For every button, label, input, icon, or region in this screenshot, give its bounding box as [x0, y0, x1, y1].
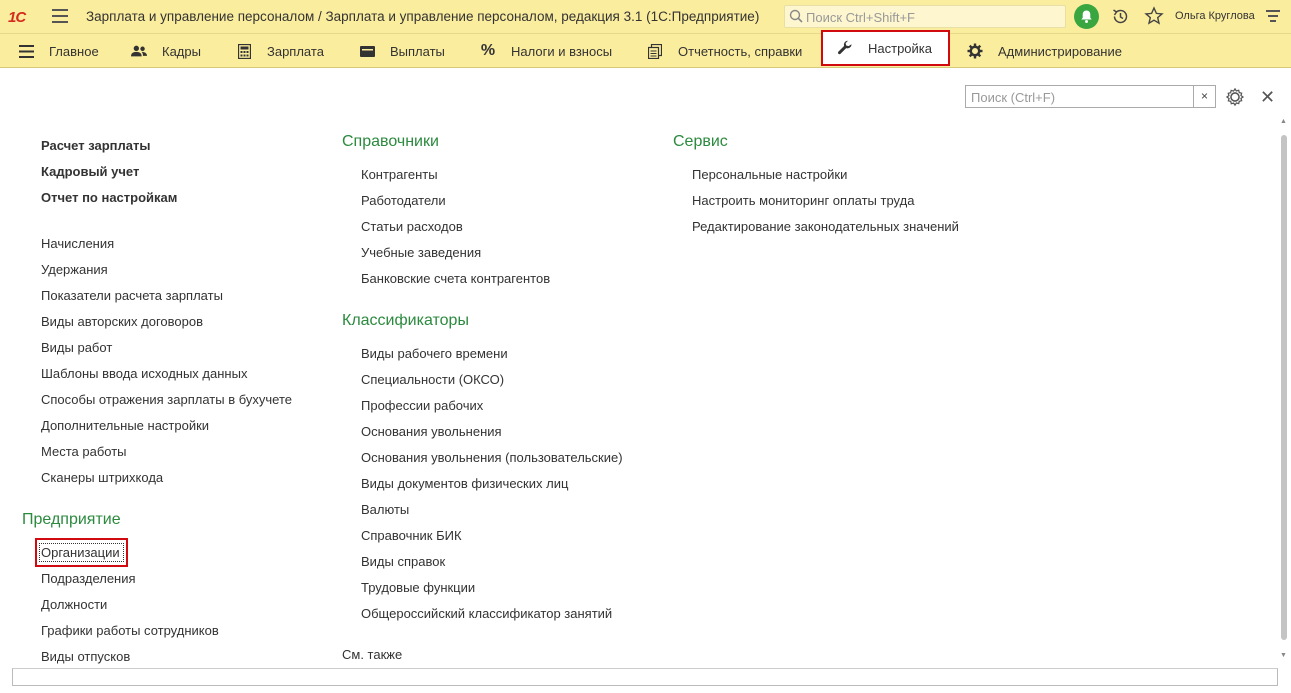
section-administration[interactable]: Администрирование: [967, 34, 1122, 68]
list-item[interactable]: Справочник БИК: [361, 528, 462, 543]
list-item[interactable]: Основания увольнения: [361, 424, 502, 439]
list-item[interactable]: Шаблоны ввода исходных данных: [41, 366, 247, 381]
list-item[interactable]: Способы отражения зарплаты в бухучете: [41, 392, 292, 407]
section-main[interactable]: Главное: [18, 34, 99, 68]
section-taxes[interactable]: % Налоги и взносы: [480, 34, 612, 68]
global-search-input[interactable]: Поиск Ctrl+Shift+F: [784, 5, 1066, 28]
people-icon: [131, 44, 147, 58]
calculator-icon: [236, 43, 252, 59]
gear-icon: [967, 43, 983, 59]
group-title-classifiers: Классификаторы: [342, 312, 469, 329]
scroll-thumb[interactable]: [1281, 135, 1287, 640]
list-item[interactable]: Контрагенты: [361, 167, 438, 182]
list-item[interactable]: Основания увольнения (пользовательские): [361, 450, 623, 465]
vertical-scrollbar[interactable]: ▲ ▼: [1279, 118, 1289, 663]
title-bar: 1С Зарплата и управление персоналом / За…: [0, 0, 1291, 34]
list-item[interactable]: Статьи расходов: [361, 219, 463, 234]
list-item[interactable]: Специальности (ОКСО): [361, 372, 504, 387]
percent-icon: %: [480, 42, 496, 59]
section-reports[interactable]: Отчетность, справки: [647, 34, 802, 68]
history-icon[interactable]: [1111, 7, 1130, 26]
user-name[interactable]: Ольга Круглова: [1175, 10, 1255, 22]
list-item[interactable]: Настроить мониторинг оплаты труда: [692, 193, 914, 208]
see-also-link[interactable]: См. также: [342, 647, 402, 662]
section-personnel[interactable]: Кадры: [131, 34, 201, 68]
list-item[interactable]: Должности: [41, 597, 107, 612]
section-label: Зарплата: [267, 43, 324, 59]
list-item[interactable]: Виды рабочего времени: [361, 346, 508, 361]
list-item[interactable]: Персональные настройки: [692, 167, 847, 182]
scroll-up-icon[interactable]: ▲: [1280, 118, 1287, 125]
section-label: Настройка: [868, 40, 932, 56]
group-title-enterprise: Предприятие: [22, 511, 121, 528]
panel-search-input[interactable]: Поиск (Ctrl+F) ×: [965, 85, 1216, 108]
app-title: Зарплата и управление персоналом / Зарпл…: [86, 9, 760, 24]
list-item[interactable]: Виды работ: [41, 340, 112, 355]
list-item[interactable]: Работодатели: [361, 193, 446, 208]
list-item[interactable]: Профессии рабочих: [361, 398, 483, 413]
menu-icon: [18, 44, 34, 58]
list-item[interactable]: Начисления: [41, 236, 114, 251]
link-payroll-calc[interactable]: Расчет зарплаты: [41, 138, 150, 153]
bottom-frame: [12, 668, 1278, 686]
section-label: Администрирование: [998, 43, 1122, 59]
section-label: Отчетность, справки: [678, 43, 803, 59]
list-item[interactable]: Сканеры штрихкода: [41, 470, 163, 485]
list-item[interactable]: Виды документов физических лиц: [361, 476, 568, 491]
notifications-bell-icon[interactable]: [1074, 4, 1099, 29]
list-item[interactable]: Учебные заведения: [361, 245, 481, 260]
list-item[interactable]: Виды авторских договоров: [41, 314, 203, 329]
panel-settings-gear-icon[interactable]: [1226, 88, 1244, 106]
section-label: Главное: [49, 43, 99, 59]
link-settings-report[interactable]: Отчет по настройкам: [41, 190, 177, 205]
search-icon: [789, 9, 803, 23]
list-item[interactable]: Виды отпусков: [41, 649, 130, 664]
clear-search-button[interactable]: ×: [1193, 86, 1215, 107]
list-item[interactable]: Виды справок: [361, 554, 445, 569]
list-item[interactable]: Показатели расчета зарплаты: [41, 288, 223, 303]
scroll-down-icon[interactable]: ▼: [1280, 652, 1287, 659]
section-settings[interactable]: Настройка: [821, 30, 950, 66]
list-item[interactable]: Места работы: [41, 444, 127, 459]
list-item[interactable]: Графики работы сотрудников: [41, 623, 219, 638]
wallet-icon: [359, 45, 375, 57]
section-label: Налоги и взносы: [511, 43, 613, 59]
list-item[interactable]: Дополнительные настройки: [41, 418, 209, 433]
section-salary[interactable]: Зарплата: [236, 34, 324, 68]
app-logo: 1С: [8, 9, 26, 26]
list-item[interactable]: Редактирование законодательных значений: [692, 219, 959, 234]
group-title-directories: Справочники: [342, 133, 439, 150]
link-hr-accounting[interactable]: Кадровый учет: [41, 164, 139, 179]
section-content: [2, 70, 1289, 692]
global-search-placeholder: Поиск Ctrl+Shift+F: [806, 10, 915, 25]
close-icon[interactable]: ✕: [1260, 88, 1275, 106]
section-label: Выплаты: [390, 43, 445, 59]
wrench-icon: [837, 40, 853, 56]
list-item[interactable]: Удержания: [41, 262, 108, 277]
list-item[interactable]: Подразделения: [41, 571, 136, 586]
list-item[interactable]: Валюты: [361, 502, 409, 517]
favorites-star-icon[interactable]: [1144, 6, 1164, 26]
reports-icon: [647, 43, 663, 59]
list-item[interactable]: Общероссийский классификатор занятий: [361, 606, 612, 621]
sections-panel: Главное Кадры Зарплата Выплаты % Налоги …: [0, 30, 1291, 68]
group-title-service: Сервис: [673, 133, 728, 150]
link-organizations[interactable]: Организации: [41, 545, 120, 560]
app-settings-icon[interactable]: [1266, 10, 1280, 25]
panel-search-placeholder: Поиск (Ctrl+F): [971, 90, 1056, 105]
list-item[interactable]: Трудовые функции: [361, 580, 475, 595]
list-item[interactable]: Банковские счета контрагентов: [361, 271, 550, 286]
section-payments[interactable]: Выплаты: [359, 34, 445, 68]
main-menu-icon[interactable]: [52, 9, 68, 23]
section-label: Кадры: [162, 43, 201, 59]
